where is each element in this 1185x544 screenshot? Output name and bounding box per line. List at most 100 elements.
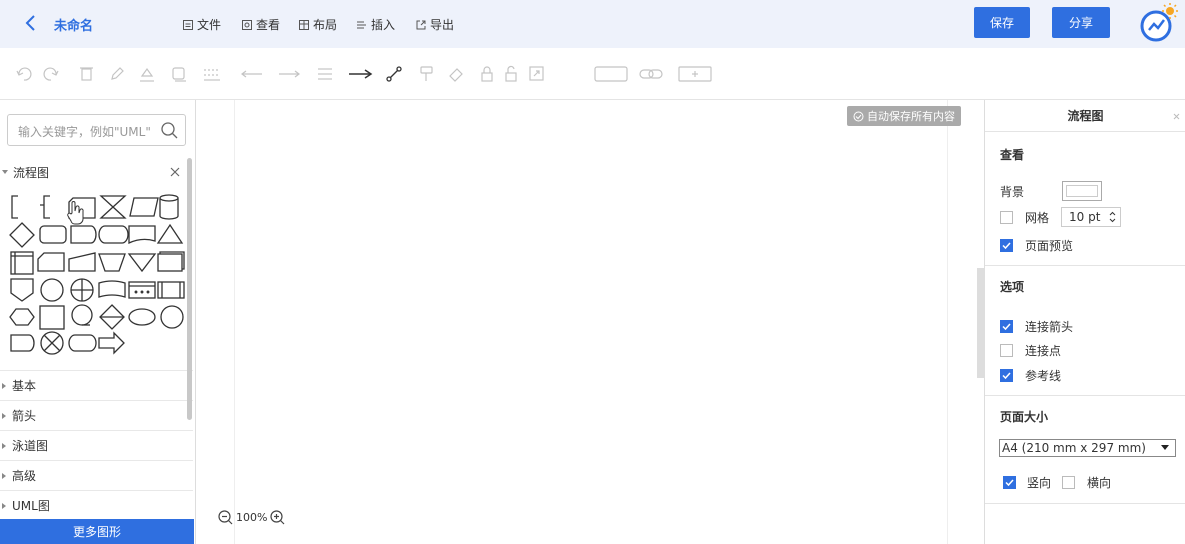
guides-checkbox[interactable] <box>1000 369 1013 382</box>
caret-right-icon <box>2 502 6 509</box>
export-icon <box>416 20 426 29</box>
flowchart-shapes-grid[interactable] <box>8 193 188 363</box>
add-style-icon[interactable] <box>678 66 712 82</box>
autosave-badge: 自动保存所有内容 <box>847 106 961 126</box>
background-color-swatch[interactable] <box>1062 181 1103 201</box>
zoom-out-icon[interactable] <box>218 510 233 525</box>
section-advanced[interactable]: 高级 <box>0 460 193 490</box>
portrait-checkbox[interactable] <box>1003 476 1016 489</box>
shape-panel-scrollbar[interactable] <box>187 158 192 420</box>
autosave-text: 自动保存所有内容 <box>867 110 955 123</box>
connect-arrows-row: 连接箭头 <box>1000 318 1073 335</box>
arrow-left-icon[interactable] <box>241 70 262 78</box>
connect-points-label: 连接点 <box>1025 344 1062 358</box>
guides-row: 参考线 <box>1000 367 1061 384</box>
view-section-title: 查看 <box>1000 148 1025 162</box>
menu-export-label: 导出 <box>430 18 455 32</box>
search-icon[interactable] <box>160 121 178 139</box>
zoom-controls: 100% <box>218 510 285 525</box>
section-flowchart[interactable]: 流程图 <box>0 157 193 187</box>
connect-arrows-checkbox[interactable] <box>1000 320 1013 333</box>
menu-view[interactable]: 查看 <box>241 16 280 33</box>
checkmark-icon <box>1002 242 1011 250</box>
caret-right-icon <box>2 442 6 449</box>
menu-file[interactable]: 文件 <box>182 16 221 33</box>
connect-points-checkbox[interactable] <box>1000 344 1013 357</box>
zoom-in-icon[interactable] <box>270 510 285 525</box>
menu-insert[interactable]: 插入 <box>356 16 395 33</box>
section-arrows[interactable]: 箭头 <box>0 400 193 430</box>
format-toolbar <box>0 48 1185 100</box>
page-size-select[interactable]: A4 (210 mm x 297 mm) <box>999 439 1176 457</box>
page-preview-label: 页面预览 <box>1025 239 1074 253</box>
line-style-icon[interactable] <box>204 69 220 81</box>
section-basic[interactable]: 基本 <box>0 370 193 400</box>
fit-page-icon[interactable] <box>529 66 544 81</box>
stepper-arrows-icon[interactable] <box>1109 211 1116 223</box>
caret-right-icon <box>2 472 6 479</box>
format-panel: 流程图 查看 背景 网格 10 pt 页面预览 选项 连接箭头 连接点 参考线 … <box>984 100 1185 544</box>
close-icon[interactable] <box>170 167 180 177</box>
drawing-canvas[interactable]: 自动保存所有内容 100% <box>196 100 984 544</box>
undo-icon[interactable] <box>16 67 32 81</box>
search-placeholder: 输入关键字，例如"UML" <box>18 125 151 139</box>
menu-view-label: 查看 <box>256 18 281 32</box>
layout-icon <box>299 19 309 30</box>
insert-icon <box>357 21 366 28</box>
line-weight-icon[interactable] <box>318 68 332 80</box>
rect-style-icon[interactable] <box>594 66 628 82</box>
section-flowchart-label: 流程图 <box>13 165 50 180</box>
page-preview-row: 页面预览 <box>1000 237 1073 254</box>
share-button[interactable]: 分享 <box>1052 7 1110 38</box>
section-swimlane[interactable]: 泳道图 <box>0 430 193 460</box>
arrow-right-icon[interactable] <box>279 70 300 78</box>
delete-icon[interactable] <box>80 67 93 81</box>
shape-search-input[interactable]: 输入关键字，例如"UML" <box>7 114 186 146</box>
section-uml[interactable]: UML图 <box>0 490 193 520</box>
document-title[interactable]: 未命名 <box>54 15 93 34</box>
checkmark-icon <box>1005 479 1014 487</box>
waypoint-icon[interactable] <box>386 66 402 82</box>
background-row: 背景 <box>1000 181 1103 201</box>
menu-layout-label: 布局 <box>313 18 338 32</box>
shadow-icon[interactable] <box>172 67 186 82</box>
checkmark-icon <box>1002 323 1011 331</box>
page-size-value: A4 (210 mm x 297 mm) <box>1002 441 1146 455</box>
save-button[interactable]: 保存 <box>974 7 1030 38</box>
format-panel-title: 流程图 <box>1067 109 1104 123</box>
orientation-row: 竖向 横向 <box>1003 474 1111 491</box>
unlock-icon[interactable] <box>505 65 517 82</box>
canvas-scrollbar[interactable] <box>977 268 984 378</box>
grid-checkbox[interactable] <box>1000 210 1013 224</box>
back-arrow-icon[interactable] <box>20 12 42 34</box>
canvas-page[interactable] <box>234 100 948 544</box>
grid-size-stepper[interactable]: 10 pt <box>1061 207 1122 227</box>
top-bar: 未命名 文件 查看 布局 插入 导出 保存 分享 <box>0 0 1185 48</box>
landscape-checkbox[interactable] <box>1062 476 1076 489</box>
dropdown-arrow-icon <box>1161 445 1169 450</box>
close-icon[interactable] <box>1173 113 1180 120</box>
shape-library-panel: 输入关键字，例如"UML" 流程图 基本 箭头 泳道图 高级 UML图 更多图形 <box>0 100 196 544</box>
section-uml-label: UML图 <box>12 499 50 513</box>
section-arrows-label: 箭头 <box>12 409 37 423</box>
zoom-level: 100% <box>236 511 268 524</box>
section-basic-label: 基本 <box>12 379 37 393</box>
page-preview-checkbox[interactable] <box>1000 239 1013 252</box>
app-logo-icon[interactable] <box>1136 2 1180 46</box>
eraser-icon[interactable] <box>449 68 463 82</box>
divider <box>985 395 1185 396</box>
menu-layout[interactable]: 布局 <box>298 16 337 33</box>
link-icon[interactable] <box>639 69 663 79</box>
fill-color-icon[interactable] <box>140 67 154 82</box>
portrait-label: 竖向 <box>1027 476 1052 490</box>
edit-icon[interactable] <box>111 67 124 80</box>
menu-export[interactable]: 导出 <box>415 16 454 33</box>
format-painter-icon[interactable] <box>420 66 433 81</box>
lock-icon[interactable] <box>481 66 493 82</box>
redo-icon[interactable] <box>43 67 59 81</box>
format-panel-header: 流程图 <box>985 100 1185 132</box>
more-shapes-button[interactable]: 更多图形 <box>0 519 194 544</box>
connector-arrow-icon[interactable] <box>349 69 373 79</box>
divider <box>985 265 1185 266</box>
caret-right-icon <box>2 382 6 389</box>
